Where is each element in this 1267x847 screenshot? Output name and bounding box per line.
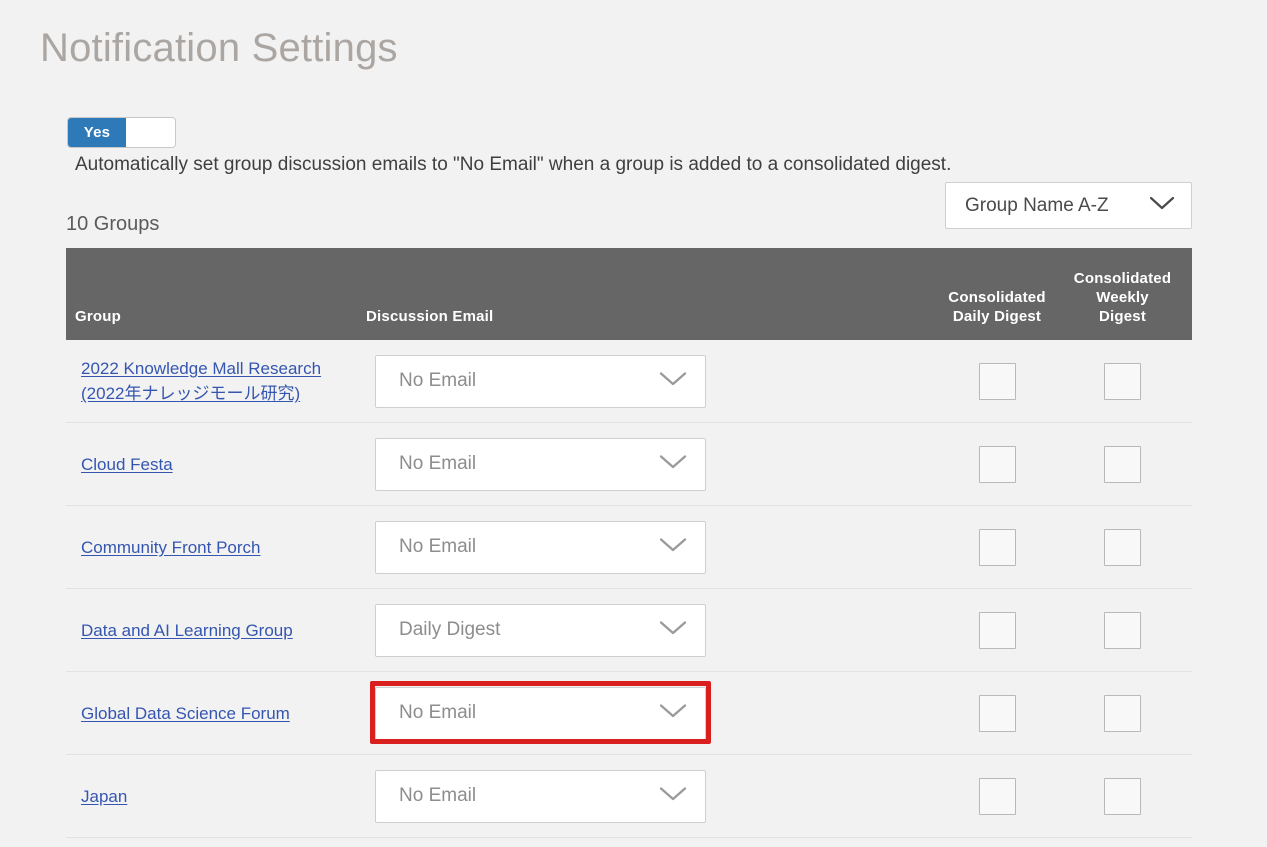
group-link[interactable]: Global Data Science Forum	[81, 704, 290, 723]
group-name-cell: Japan	[66, 784, 366, 809]
weekly-digest-checkbox[interactable]	[1104, 528, 1141, 566]
discussion-email-value: Daily Digest	[399, 619, 501, 640]
group-name-cell: Community Front Porch	[66, 535, 366, 560]
group-link[interactable]: Community Front Porch	[81, 538, 261, 557]
discussion-email-cell: No Email	[366, 520, 932, 574]
discussion-email-value: No Email	[399, 370, 477, 391]
consolidated-daily-digest-cell	[932, 694, 1062, 732]
discussion-email-select[interactable]: No Email	[375, 437, 706, 491]
column-header-daily-line1: Consolidated	[948, 289, 1046, 306]
weekly-digest-checkbox[interactable]	[1104, 362, 1141, 400]
consolidated-weekly-digest-cell	[1062, 611, 1183, 649]
toggle-on-label: Yes	[68, 118, 126, 147]
discussion-email-select[interactable]: No Email	[375, 354, 706, 408]
groups-count: 10 Groups	[66, 213, 160, 235]
column-header-discussion-email: Discussion Email	[366, 308, 494, 325]
consolidated-weekly-digest-cell	[1062, 528, 1183, 566]
group-name-cell: Data and AI Learning Group	[66, 618, 366, 643]
table-body: 2022 Knowledge Mall Research (2022年ナレッジモ…	[66, 340, 1192, 838]
table-header-row: Group Discussion Email Consolidated Dail…	[66, 248, 1192, 340]
group-name-cell: Cloud Festa	[66, 452, 366, 477]
consolidated-daily-digest-cell	[932, 362, 1062, 400]
groups-table: Group Discussion Email Consolidated Dail…	[66, 248, 1192, 838]
chevron-down-icon	[659, 536, 687, 558]
daily-digest-checkbox[interactable]	[978, 777, 1016, 815]
notification-settings-page: Notification Settings Yes Automatically …	[0, 0, 1267, 847]
chevron-down-icon	[1149, 195, 1175, 216]
discussion-email-cell: No Email	[366, 437, 932, 491]
column-header-weekly-line3: Digest	[1098, 308, 1147, 325]
toggle-knob	[126, 118, 175, 147]
discussion-email-select[interactable]: No Email	[375, 520, 706, 574]
chevron-down-icon	[659, 453, 687, 475]
discussion-email-select[interactable]: Daily Digest	[375, 603, 706, 657]
group-link[interactable]: 2022 Knowledge Mall Research (2022年ナレッジモ…	[81, 359, 321, 403]
chevron-down-icon	[659, 702, 687, 724]
page-title: Notification Settings	[40, 26, 398, 70]
group-name-cell: Global Data Science Forum	[66, 701, 366, 726]
discussion-email-cell: No Email	[366, 680, 932, 744]
discussion-email-cell: No Email	[366, 354, 932, 408]
table-row: 2022 Knowledge Mall Research (2022年ナレッジモ…	[66, 340, 1192, 423]
consolidated-weekly-digest-cell	[1062, 694, 1183, 732]
daily-digest-checkbox[interactable]	[978, 528, 1016, 566]
discussion-email-value: No Email	[399, 785, 477, 806]
column-header-weekly-line2: Weekly	[1096, 289, 1149, 306]
table-row: Global Data Science Forum No Email	[66, 672, 1192, 755]
column-header-consolidated-weekly-digest: Consolidated Weekly Digest	[1062, 269, 1183, 340]
discussion-email-value: No Email	[399, 702, 477, 723]
group-link[interactable]: Data and AI Learning Group	[81, 621, 293, 640]
daily-digest-checkbox[interactable]	[978, 362, 1016, 400]
column-header-consolidated-daily-digest: Consolidated Daily Digest	[932, 288, 1062, 340]
group-link[interactable]: Japan	[81, 787, 127, 806]
consolidated-daily-digest-cell	[932, 611, 1062, 649]
table-row: Cloud Festa No Email	[66, 423, 1192, 506]
discussion-email-select[interactable]: No Email	[375, 686, 706, 740]
chevron-down-icon	[659, 619, 687, 641]
column-header-group: Group	[75, 308, 121, 325]
weekly-digest-checkbox[interactable]	[1104, 445, 1141, 483]
auto-set-description: Automatically set group discussion email…	[75, 154, 952, 175]
consolidated-weekly-digest-cell	[1062, 445, 1183, 483]
daily-digest-checkbox[interactable]	[978, 694, 1016, 732]
sort-order-value: Group Name A-Z	[965, 194, 1109, 216]
group-link[interactable]: Cloud Festa	[81, 455, 173, 474]
group-name-cell: 2022 Knowledge Mall Research (2022年ナレッジモ…	[66, 356, 366, 406]
column-header-weekly-line1: Consolidated	[1073, 270, 1172, 287]
table-row: Japan No Email	[66, 755, 1192, 838]
consolidated-daily-digest-cell	[932, 777, 1062, 815]
weekly-digest-checkbox[interactable]	[1104, 694, 1141, 732]
discussion-email-cell: No Email	[366, 769, 932, 823]
discussion-email-value: No Email	[399, 453, 477, 474]
sort-order-select[interactable]: Group Name A-Z	[945, 182, 1192, 229]
consolidated-weekly-digest-cell	[1062, 777, 1183, 815]
daily-digest-checkbox[interactable]	[978, 611, 1016, 649]
table-row: Community Front Porch No Email	[66, 506, 1192, 589]
weekly-digest-checkbox[interactable]	[1104, 777, 1141, 815]
column-header-daily-line2: Daily Digest	[952, 308, 1042, 325]
discussion-email-select[interactable]: No Email	[375, 769, 706, 823]
daily-digest-checkbox[interactable]	[978, 445, 1016, 483]
chevron-down-icon	[659, 785, 687, 807]
auto-set-no-email-toggle[interactable]: Yes	[67, 117, 176, 148]
table-row: Data and AI Learning Group Daily Digest	[66, 589, 1192, 672]
consolidated-weekly-digest-cell	[1062, 362, 1183, 400]
consolidated-daily-digest-cell	[932, 445, 1062, 483]
discussion-email-cell: Daily Digest	[366, 603, 932, 657]
weekly-digest-checkbox[interactable]	[1104, 611, 1141, 649]
chevron-down-icon	[659, 370, 687, 392]
consolidated-daily-digest-cell	[932, 528, 1062, 566]
discussion-email-value: No Email	[399, 536, 477, 557]
